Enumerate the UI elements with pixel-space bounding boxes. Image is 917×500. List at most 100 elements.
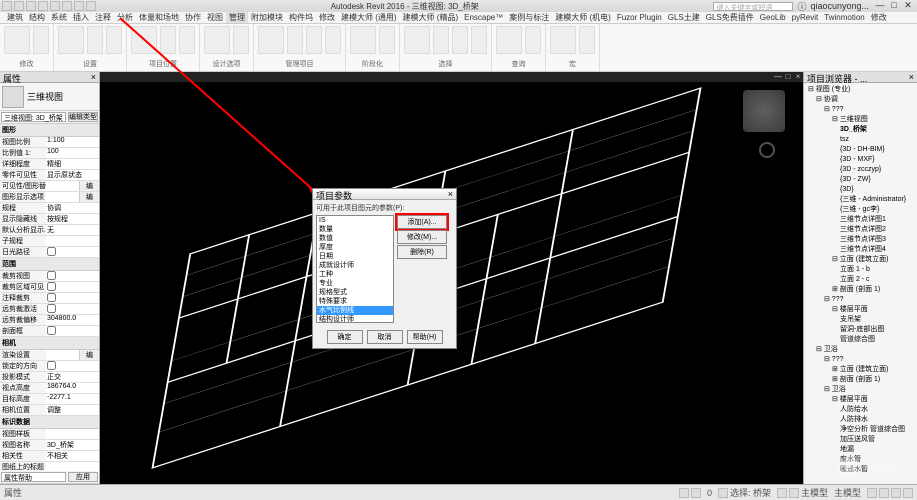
ribbon-tab[interactable]: Fuzor Plugin bbox=[614, 12, 665, 23]
apply-button[interactable]: 应用 bbox=[68, 472, 98, 482]
dialog-close-icon[interactable]: × bbox=[448, 189, 453, 199]
tree-node[interactable]: 人防给水 bbox=[806, 405, 915, 415]
qat-icon[interactable] bbox=[14, 1, 24, 11]
tree-node[interactable]: 3D_桥架 bbox=[806, 125, 915, 135]
ribbon-button[interactable] bbox=[550, 26, 576, 54]
cancel-button[interactable]: 取消 bbox=[367, 330, 403, 344]
property-value[interactable]: 精细 bbox=[46, 159, 99, 169]
view-close-icon[interactable]: × bbox=[793, 72, 803, 82]
ribbon-button[interactable] bbox=[233, 26, 249, 54]
modify-button[interactable]: 修改(M)... bbox=[397, 230, 447, 244]
property-checkbox[interactable] bbox=[47, 293, 56, 302]
property-row[interactable]: 图形显示选项编辑... bbox=[0, 192, 99, 203]
list-item[interactable]: IS bbox=[317, 216, 393, 225]
status-icon[interactable] bbox=[718, 488, 728, 498]
list-item[interactable]: 结构设计师 bbox=[317, 315, 393, 323]
property-value[interactable]: 1:100 bbox=[46, 137, 99, 147]
add-button[interactable]: 添加(A)... bbox=[397, 215, 447, 229]
property-category[interactable]: 图形 bbox=[0, 124, 99, 137]
property-edit-button[interactable]: 编辑... bbox=[79, 350, 99, 360]
ribbon-tab[interactable]: GLS土建 bbox=[665, 12, 703, 23]
list-item[interactable]: 成就设计师 bbox=[317, 261, 393, 270]
view-max-icon[interactable]: □ bbox=[783, 72, 793, 82]
ribbon-button[interactable] bbox=[404, 26, 430, 54]
status-icon[interactable] bbox=[903, 488, 913, 498]
view-min-icon[interactable]: — bbox=[773, 72, 783, 82]
property-row[interactable]: 裁剪视图 bbox=[0, 271, 99, 282]
property-checkbox[interactable] bbox=[47, 326, 56, 335]
tree-node[interactable]: 地漏 bbox=[806, 445, 915, 455]
qat-icon[interactable] bbox=[50, 1, 60, 11]
property-row[interactable]: 锁定的方向 bbox=[0, 361, 99, 372]
tree-node[interactable]: 管道综合图 bbox=[806, 335, 915, 345]
nav-wheel-icon[interactable] bbox=[759, 142, 775, 158]
property-row[interactable]: 相关性不相关 bbox=[0, 451, 99, 462]
tree-node[interactable]: ⊟ 视图 (专业) bbox=[806, 85, 915, 95]
qat-icon[interactable] bbox=[62, 1, 72, 11]
search-input[interactable]: 键入关键字或短语 bbox=[713, 2, 793, 11]
property-grid[interactable]: 图形视图比例1:100比例值 1:100详细程度精细零件可见性显示原状态可见性/… bbox=[0, 124, 99, 471]
property-category[interactable]: 范围 bbox=[0, 258, 99, 271]
tree-node[interactable]: 三维节点详图1 bbox=[806, 215, 915, 225]
tree-node[interactable]: {3D - ZW} bbox=[806, 175, 915, 185]
ribbon-tab[interactable]: 视图 bbox=[204, 12, 226, 23]
list-item[interactable]: 规格型式 bbox=[317, 288, 393, 297]
help-button[interactable]: 帮助(H) bbox=[407, 330, 443, 344]
property-row[interactable]: 子规程 bbox=[0, 236, 99, 247]
qat-icon[interactable] bbox=[74, 1, 84, 11]
tree-node[interactable]: 三维节点详图2 bbox=[806, 225, 915, 235]
property-value[interactable]: 调整 bbox=[46, 405, 99, 415]
property-edit-button[interactable]: 编辑... bbox=[79, 192, 99, 202]
list-item[interactable]: 特殊要求 bbox=[317, 297, 393, 306]
tree-node[interactable]: 立面 2 - c bbox=[806, 275, 915, 285]
ribbon-button[interactable] bbox=[471, 26, 487, 54]
ribbon-tab[interactable]: 附加模块 bbox=[248, 12, 286, 23]
infocenter-icon[interactable]: ⓘ bbox=[797, 0, 806, 13]
tree-node[interactable]: ⊟ 协调 bbox=[806, 95, 915, 105]
ribbon-button[interactable] bbox=[179, 26, 195, 54]
property-edit-button[interactable]: 编辑... bbox=[79, 181, 99, 191]
property-value[interactable] bbox=[46, 429, 99, 439]
property-checkbox[interactable] bbox=[47, 304, 56, 313]
property-row[interactable]: 显示隐藏线按规程 bbox=[0, 214, 99, 225]
property-value[interactable]: 正交 bbox=[46, 372, 99, 382]
edit-type-button[interactable]: 编辑类型 bbox=[68, 112, 98, 122]
ribbon-tab[interactable]: 案例与标注 bbox=[506, 12, 552, 23]
ribbon-tab[interactable]: 建模大师 (机电) bbox=[552, 12, 614, 23]
property-value[interactable]: 显示原状态 bbox=[46, 170, 99, 180]
ribbon-tab[interactable]: Enscape™ bbox=[461, 12, 506, 23]
property-row[interactable]: 裁剪区域可见 bbox=[0, 282, 99, 293]
ribbon-tab[interactable]: Twinmotion bbox=[821, 12, 867, 23]
ribbon-button[interactable] bbox=[433, 26, 449, 54]
status-icon[interactable] bbox=[891, 488, 901, 498]
tree-node[interactable]: ⊞ 剖面 (剖面 1) bbox=[806, 285, 915, 295]
property-row[interactable]: 详细程度精细 bbox=[0, 159, 99, 170]
ribbon-tab[interactable]: 分析 bbox=[114, 12, 136, 23]
property-category[interactable]: 相机 bbox=[0, 337, 99, 350]
ribbon-tab[interactable]: 系统 bbox=[48, 12, 70, 23]
property-row[interactable]: 规程协调 bbox=[0, 203, 99, 214]
ok-button[interactable]: 确定 bbox=[327, 330, 363, 344]
tree-node[interactable]: ⊟ 卫浴 bbox=[806, 385, 915, 395]
property-row[interactable]: 注释裁剪 bbox=[0, 293, 99, 304]
user-label[interactable]: qiaocunyong... bbox=[810, 1, 869, 11]
property-category[interactable]: 标识数据 bbox=[0, 416, 99, 429]
property-row[interactable]: 剖面框 bbox=[0, 326, 99, 337]
tree-node[interactable]: ⊟ 楼层平面 bbox=[806, 395, 915, 405]
property-row[interactable]: 零件可见性显示原状态 bbox=[0, 170, 99, 181]
tree-node[interactable]: ⊟ ??? bbox=[806, 295, 915, 305]
close-button[interactable]: ✕ bbox=[901, 1, 915, 11]
tree-node[interactable]: ⊟ ??? bbox=[806, 105, 915, 115]
ribbon-tab[interactable]: 插入 bbox=[70, 12, 92, 23]
property-row[interactable]: 日光路径 bbox=[0, 247, 99, 258]
ribbon-button[interactable] bbox=[579, 26, 595, 54]
property-value[interactable]: 186764.0 bbox=[46, 383, 99, 393]
ribbon-tab[interactable]: 建筑 bbox=[4, 12, 26, 23]
ribbon-tab[interactable]: pyRevit bbox=[789, 12, 822, 23]
ribbon-button[interactable] bbox=[204, 26, 230, 54]
ribbon-button[interactable] bbox=[525, 26, 541, 54]
tree-node[interactable]: 净空分析 管道综合图 bbox=[806, 425, 915, 435]
tree-node[interactable]: 留洞-底部出图 bbox=[806, 325, 915, 335]
qat-icon[interactable] bbox=[38, 1, 48, 11]
ribbon-tab[interactable]: 修改 bbox=[316, 12, 338, 23]
